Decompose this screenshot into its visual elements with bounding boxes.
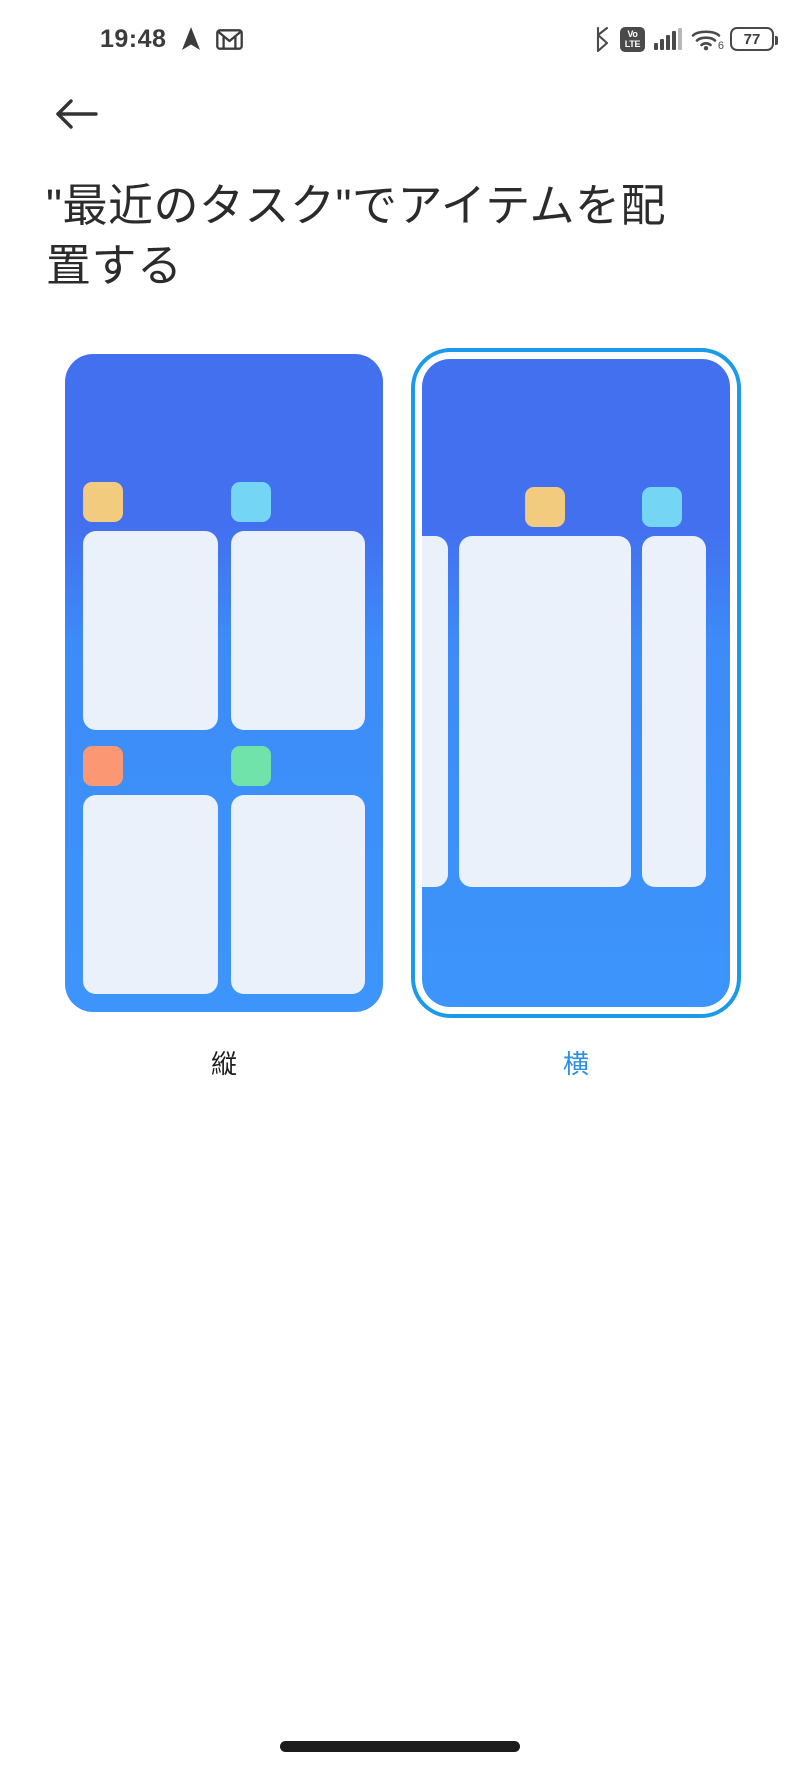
landscape-task-row bbox=[422, 486, 722, 887]
wifi-generation-label: 6 bbox=[717, 40, 724, 52]
landscape-preview bbox=[422, 358, 730, 1007]
status-bar: 19:48 Vo LTE 6 77 bbox=[0, 0, 800, 78]
navigation-arrow-icon bbox=[180, 26, 202, 52]
task-card[interactable] bbox=[459, 535, 631, 887]
option-label-portrait: 縦 bbox=[210, 1048, 237, 1079]
task-card[interactable] bbox=[422, 535, 448, 887]
home-indicator[interactable] bbox=[280, 1741, 520, 1752]
signal-bars-icon bbox=[654, 28, 682, 50]
orientation-options: 縦 横 bbox=[0, 347, 800, 1081]
task-card[interactable] bbox=[230, 794, 365, 994]
portrait-preview bbox=[65, 353, 383, 1012]
app-icon-2 bbox=[230, 481, 271, 522]
task-card[interactable] bbox=[83, 794, 218, 994]
page-title: "最近のタスク"でアイテムを配置する bbox=[46, 180, 666, 291]
app-icon-1 bbox=[525, 486, 565, 527]
task-card[interactable] bbox=[83, 530, 218, 730]
task-cell-partial-left[interactable] bbox=[422, 487, 448, 887]
option-landscape[interactable]: 横 bbox=[411, 347, 741, 1081]
back-button[interactable] bbox=[46, 85, 108, 147]
landscape-preview-frame[interactable] bbox=[411, 347, 741, 1018]
bluetooth-icon bbox=[594, 26, 611, 52]
status-bar-right: Vo LTE 6 77 bbox=[594, 26, 778, 52]
battery-icon: 77 bbox=[730, 27, 778, 51]
app-icon-3 bbox=[83, 745, 123, 786]
wifi-6-icon: 6 bbox=[691, 27, 724, 52]
status-clock: 19:48 bbox=[100, 24, 167, 53]
volte-icon: Vo LTE bbox=[620, 26, 645, 52]
option-portrait[interactable]: 縦 bbox=[59, 348, 389, 1081]
option-label-landscape: 横 bbox=[562, 1048, 589, 1079]
task-card[interactable] bbox=[230, 530, 365, 730]
task-cell-main[interactable] bbox=[459, 486, 631, 887]
landscape-task-row-wrap bbox=[422, 486, 730, 887]
battery-percent: 77 bbox=[743, 30, 761, 48]
task-card[interactable] bbox=[642, 535, 706, 887]
app-icon-4 bbox=[230, 745, 271, 786]
arrow-left-icon bbox=[55, 97, 99, 136]
app-icon-1 bbox=[83, 481, 123, 522]
status-bar-left: 19:48 bbox=[100, 24, 244, 54]
task-cell-partial-right[interactable] bbox=[642, 486, 706, 887]
app-icon-2 bbox=[642, 486, 682, 527]
gmail-icon bbox=[216, 28, 244, 50]
portrait-task-grid bbox=[83, 481, 365, 994]
portrait-preview-frame[interactable] bbox=[59, 348, 389, 1018]
top-navigation-bar bbox=[0, 78, 800, 154]
